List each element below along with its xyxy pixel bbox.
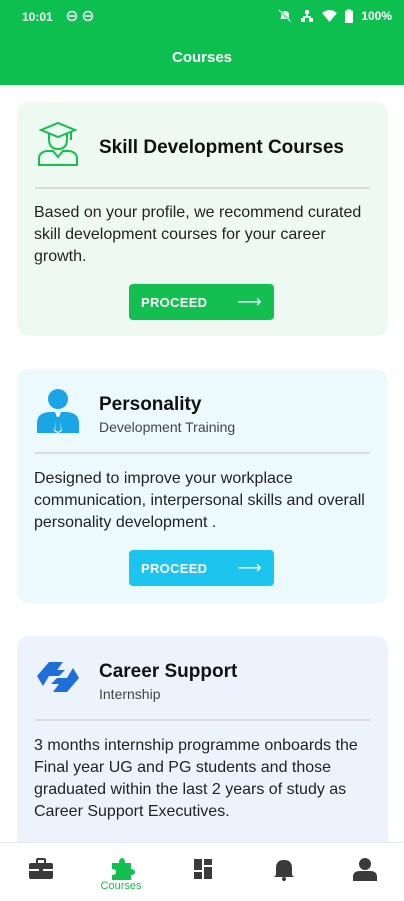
nav-label-courses: Courses	[100, 880, 142, 892]
card-description: Designed to improve your workplace commu…	[34, 470, 365, 531]
network-icon	[301, 10, 314, 22]
status-bar: 10:01 100%	[0, 0, 404, 34]
battery-icon	[345, 9, 354, 23]
divider	[35, 452, 370, 454]
bell-icon	[274, 860, 294, 881]
status-indicators: 100%	[278, 9, 392, 23]
card-title: Personality	[99, 394, 202, 415]
proceed-button[interactable]: PROCEED ⟶	[129, 284, 274, 320]
page-title: Courses	[171, 49, 233, 66]
courses-list[interactable]: Skill Development Courses Based on your …	[0, 85, 404, 842]
briefcase-icon	[29, 858, 53, 879]
mute-icon	[278, 9, 293, 23]
dashboard-icon	[194, 859, 212, 879]
proceed-label: PROCEED	[140, 294, 208, 310]
proceed-label: PROCEED	[140, 560, 208, 576]
career-support-card[interactable]: Career Support Internship 3 months inter…	[17, 636, 388, 842]
arrow-right-icon: ⟶	[237, 292, 263, 311]
app-notification-icon	[66, 10, 94, 22]
card-description: Based on your profile, we recommend cura…	[34, 204, 362, 265]
nav-item-notifications[interactable]	[243, 843, 323, 901]
app-bar: Courses	[0, 34, 404, 85]
status-time: 10:01	[22, 10, 53, 24]
card-subtitle: Internship	[99, 686, 161, 702]
proceed-button[interactable]: PROCEED ⟶	[129, 550, 274, 586]
puzzle-icon	[112, 858, 135, 880]
divider	[35, 719, 370, 721]
arrow-right-icon: ⟶	[237, 558, 263, 577]
nav-item-dashboard[interactable]	[162, 843, 242, 901]
wifi-icon	[322, 9, 338, 22]
battery-level: 100%	[361, 9, 392, 23]
card-subtitle: Development Training	[99, 419, 236, 435]
nav-item-profile[interactable]	[324, 843, 404, 901]
person-tie-icon	[37, 389, 79, 433]
card-title: Skill Development Courses	[99, 137, 344, 158]
notification-icons	[66, 9, 96, 26]
graduate-icon	[38, 121, 78, 166]
nav-item-courses[interactable]: Courses	[81, 843, 161, 901]
card-title: Career Support	[99, 661, 238, 682]
nav-item-jobs[interactable]	[0, 843, 80, 901]
handshake-icon	[37, 662, 79, 692]
profile-icon	[353, 858, 377, 881]
personality-card[interactable]: Personality Development Training Designe…	[17, 369, 388, 603]
bottom-navigation: Courses	[0, 842, 404, 901]
skill-development-card[interactable]: Skill Development Courses Based on your …	[17, 102, 388, 336]
card-description: 3 months internship programme onboards t…	[34, 737, 358, 820]
divider	[35, 187, 370, 189]
